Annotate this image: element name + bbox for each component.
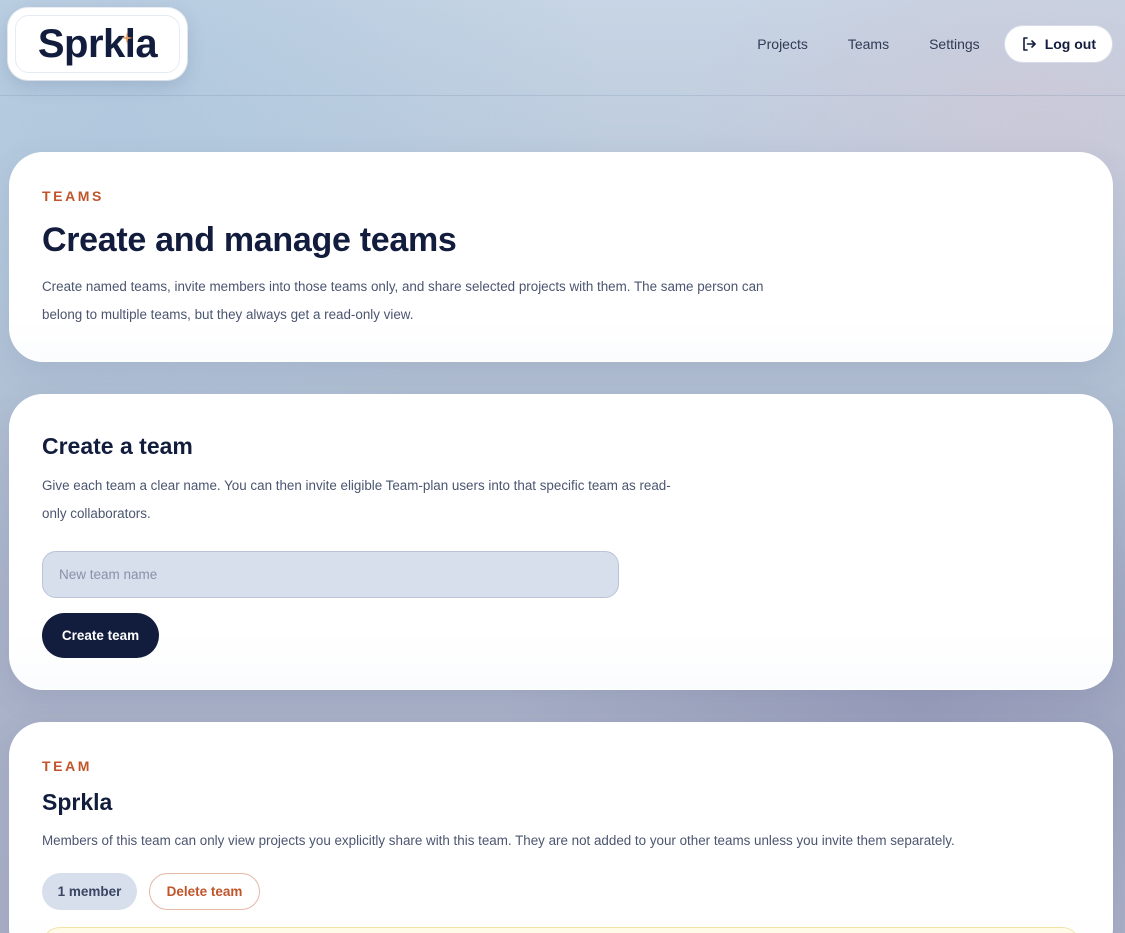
create-team-description: Give each team a clear name. You can the… <box>42 472 671 528</box>
team-name-input[interactable] <box>42 551 619 598</box>
logout-label: Log out <box>1044 36 1096 52</box>
intro-description: Create named teams, invite members into … <box>42 273 763 329</box>
nav-projects[interactable]: Projects <box>757 36 808 52</box>
logo[interactable]: Sprkla <box>8 8 187 80</box>
member-count-badge: 1 member <box>42 873 137 910</box>
create-team-card: Create a team Give each team a clear nam… <box>9 394 1113 690</box>
create-team-desc-line-2: only collaborators. <box>42 506 151 521</box>
intro-eyebrow: TEAMS <box>42 188 104 204</box>
team-card: TEAM Sprkla Members of this team can onl… <box>9 722 1113 933</box>
logout-button[interactable]: Log out <box>1003 25 1113 63</box>
intro-desc-line-2: belong to multiple teams, but they alway… <box>42 307 414 322</box>
create-team-title: Create a team <box>42 433 193 459</box>
nav-teams[interactable]: Teams <box>848 36 889 52</box>
main-nav: Projects Teams Settings Log out <box>757 25 1113 63</box>
logo-text: Sprkla <box>37 22 158 66</box>
top-header: Sprkla Projects Teams Settings Log out <box>0 0 1125 96</box>
intro-desc-line-1: Create named teams, invite members into … <box>42 279 764 294</box>
intro-card: TEAMS Create and manage teams Create nam… <box>9 152 1113 362</box>
nav-settings[interactable]: Settings <box>929 36 980 52</box>
logout-icon <box>1022 37 1036 51</box>
team-notice-panel <box>42 927 1080 933</box>
team-name: Sprkla <box>42 789 113 815</box>
create-team-desc-line-1: Give each team a clear name. You can the… <box>42 478 671 493</box>
team-eyebrow: TEAM <box>42 758 93 774</box>
page-title: Create and manage teams <box>42 221 457 259</box>
create-team-button[interactable]: Create team <box>42 613 159 658</box>
sparkle-icon <box>121 32 133 44</box>
team-description: Members of this team can only view proje… <box>42 833 955 848</box>
delete-team-button[interactable]: Delete team <box>149 873 260 910</box>
logo-frame: Sprkla <box>15 15 180 73</box>
